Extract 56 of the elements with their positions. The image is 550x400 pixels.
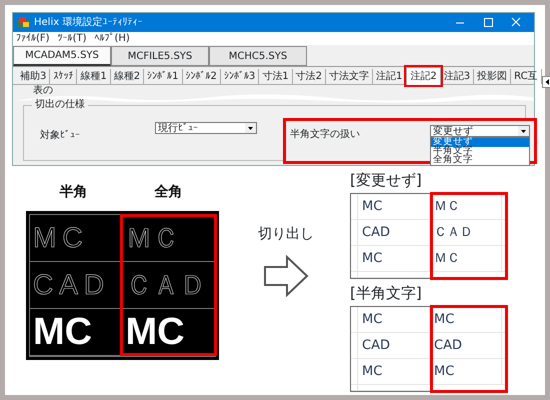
settings-tab[interactable]: ｼﾝﾎﾞﾙ1 <box>144 69 182 84</box>
file-tab[interactable]: MCFILE5.SYS <box>111 46 209 66</box>
cad-text: MC <box>33 221 89 255</box>
table-cell: CAD <box>430 333 502 358</box>
settings-tab[interactable]: 投影図 <box>474 69 512 84</box>
settings-tab[interactable]: 線種2 <box>110 69 144 84</box>
menu-item[interactable]: ﾍﾙﾌﾟ(H) <box>94 32 130 45</box>
result-title: [変更せず] <box>350 172 423 189</box>
arrow-label: 切り出し <box>257 225 315 244</box>
window-title: Helix 環境設定ﾕｰﾃｨﾘﾃｨｰ <box>34 16 142 30</box>
cad-text: MC <box>33 310 92 354</box>
scroll-left-icon[interactable] <box>542 76 550 88</box>
table-cell: ＭＣ <box>430 246 502 271</box>
cad-text: CAD <box>33 268 110 302</box>
table-cell: ＣＡＤ <box>430 220 502 245</box>
settings-tab[interactable]: ｽｹｯﾁ <box>50 69 78 84</box>
field-label: 半角文字の扱い <box>290 128 361 142</box>
group-title: 切出の仕様 <box>32 99 88 111</box>
result-title: [半角文字] <box>350 285 423 302</box>
dropdown-field[interactable]: 現行ﾋﾞｭｰ <box>155 122 257 134</box>
right-arrow-icon <box>263 255 309 297</box>
file-tab[interactable]: MCADAM5.SYS <box>13 46 111 66</box>
settings-tab[interactable]: ｼﾝﾎﾞﾙ3 <box>220 69 260 84</box>
settings-tab[interactable]: 寸法文字 <box>326 69 373 84</box>
app-icon <box>17 17 30 28</box>
maximize-icon[interactable] <box>482 16 494 28</box>
settings-tab[interactable]: 補助3 <box>17 69 50 84</box>
table-cell: MC <box>358 194 430 219</box>
dropdown-option[interactable]: 全角文字 <box>431 156 529 165</box>
column-heading: 全角 <box>154 183 184 202</box>
table-cell: ＭＣ <box>430 194 502 219</box>
field-label: 表の <box>33 85 53 96</box>
settings-tab[interactable]: 注記3 <box>440 69 474 84</box>
cad-text: MC <box>126 310 185 354</box>
close-icon[interactable] <box>510 16 522 28</box>
table-cell: MC <box>358 359 430 384</box>
table-cell: MC <box>430 359 502 384</box>
settings-tab[interactable]: ｼﾝﾎﾞﾙ2 <box>182 69 221 84</box>
cad-text: ＣＡＤ <box>126 268 206 302</box>
settings-tab[interactable]: 注記2 <box>406 67 441 85</box>
field-label: 対象ﾋﾞｭｰ <box>40 128 81 143</box>
table-cell: MC <box>358 307 430 332</box>
cad-text: ＭＣ <box>126 222 180 255</box>
settings-tab[interactable]: 寸法2 <box>292 69 326 84</box>
settings-tab[interactable]: 寸法1 <box>259 69 293 84</box>
dropdown-option[interactable]: 半角文字 <box>431 147 529 156</box>
menu-item[interactable]: ﾂｰﾙ(T) <box>58 32 86 45</box>
file-tab[interactable]: MCHC5.SYS <box>209 46 307 66</box>
column-heading: 半角 <box>58 183 88 202</box>
settings-tab[interactable]: 線種1 <box>77 69 111 84</box>
table-cell: MC <box>358 246 430 271</box>
table-cell: CAD <box>358 220 430 245</box>
table-cell: CAD <box>358 333 430 358</box>
menu-item[interactable]: ﾌｧｲﾙ(F) <box>16 32 50 45</box>
dropdown-field[interactable]: 変更せず <box>430 125 530 137</box>
table-cell: MC <box>430 307 502 332</box>
